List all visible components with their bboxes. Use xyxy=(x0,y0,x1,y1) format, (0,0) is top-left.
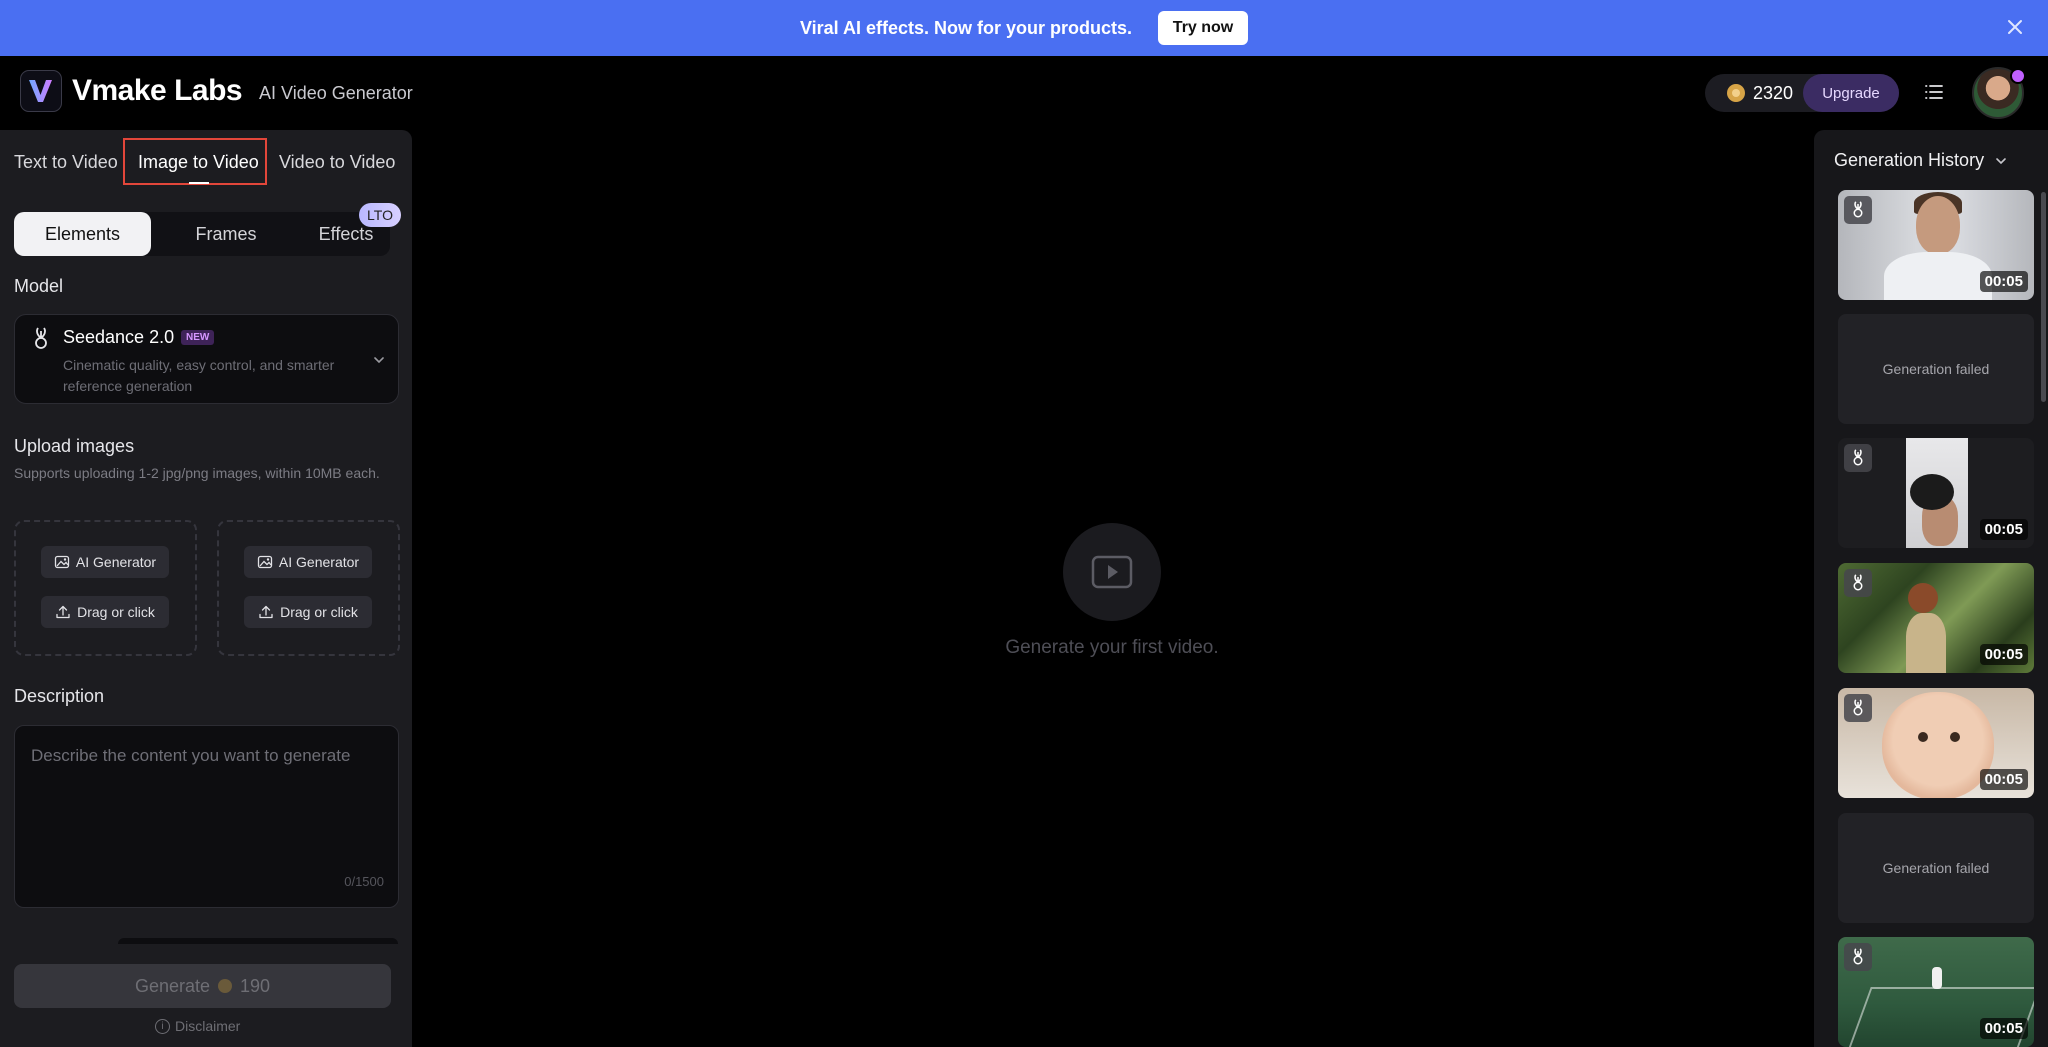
seedance-icon xyxy=(1844,569,1872,597)
history-item-failed[interactable]: Generation failed xyxy=(1838,813,2034,923)
thumb-eye xyxy=(1950,732,1960,742)
history-item[interactable]: 00:05 xyxy=(1838,937,2034,1047)
upload-icon xyxy=(56,605,70,619)
seedance-icon xyxy=(35,327,47,349)
upload-slot-1[interactable]: AI Generator Drag or click xyxy=(14,520,197,656)
failed-text: Generation failed xyxy=(1882,860,1990,876)
list-menu-icon[interactable] xyxy=(1924,82,1944,102)
drag-or-click-button[interactable]: Drag or click xyxy=(244,596,372,628)
thumb-face xyxy=(1916,196,1960,254)
model-description: Cinematic quality, easy control, and sma… xyxy=(63,357,335,394)
credits-pill[interactable]: 2320 Upgrade xyxy=(1705,74,1899,112)
try-now-button[interactable]: Try now xyxy=(1158,11,1249,45)
history-title: Generation History xyxy=(1834,150,1985,170)
history-header[interactable]: Generation History xyxy=(1834,150,2008,171)
ai-generator-label: AI Generator xyxy=(75,554,157,570)
duration-label: 00:05 xyxy=(1979,519,2028,540)
active-tab-highlight xyxy=(123,138,267,185)
model-label: Model xyxy=(14,276,64,296)
generate-label: Generate xyxy=(134,975,210,996)
history-item[interactable]: 00:05 xyxy=(1838,438,2034,548)
top-header: Vmake Labs AI Video Generator 2320 Upgra… xyxy=(0,56,2048,130)
duration-label: 00:05 xyxy=(1979,644,2028,665)
history-item-failed[interactable]: Generation failed xyxy=(1838,314,2034,424)
description-label: Description xyxy=(14,686,105,706)
upgrade-button[interactable]: Upgrade xyxy=(1803,74,1899,112)
failed-text: Generation failed xyxy=(1882,361,1990,377)
image-icon xyxy=(54,555,70,569)
play-icon xyxy=(1091,555,1133,589)
drag-or-click-label: Drag or click xyxy=(280,604,358,620)
history-item[interactable]: 00:05 xyxy=(1838,190,2034,300)
tab-text-to-video[interactable]: Text to Video xyxy=(14,152,118,173)
thumb-eye xyxy=(1918,732,1928,742)
history-item[interactable]: 00:05 xyxy=(1838,563,2034,673)
generate-cost: 190 xyxy=(240,975,271,996)
drag-or-click-label: Drag or click xyxy=(77,604,155,620)
description-input[interactable]: Describe the content you want to generat… xyxy=(14,725,399,908)
drag-or-click-button[interactable]: Drag or click xyxy=(41,596,169,628)
ai-generator-button[interactable]: AI Generator xyxy=(41,546,169,578)
history-scrollbar[interactable] xyxy=(2041,192,2046,402)
left-panel: Text to Video Image to Video Video to Vi… xyxy=(0,130,412,1047)
brand-name[interactable]: Vmake Labs xyxy=(72,74,243,108)
image-icon xyxy=(257,555,273,569)
empty-state-text: Generate your first video. xyxy=(1005,637,1219,658)
disclaimer-link[interactable]: i Disclaimer xyxy=(155,1018,240,1034)
model-selector[interactable]: Seedance 2.0 NEW Cinematic quality, easy… xyxy=(14,314,399,404)
history-item[interactable]: 00:05 xyxy=(1838,688,2034,798)
duration-label: 00:05 xyxy=(1979,769,2028,790)
generate-button[interactable]: Generate 190 xyxy=(14,964,391,1008)
seedance-icon xyxy=(1844,694,1872,722)
thumb-head xyxy=(1908,583,1938,613)
new-badge: NEW xyxy=(181,330,215,345)
thumb-face xyxy=(1882,692,1994,798)
product-subtitle: AI Video Generator xyxy=(259,83,413,103)
character-count: 0/1500 xyxy=(344,874,384,889)
video-placeholder xyxy=(1063,523,1161,621)
promo-banner: Viral AI effects. Now for your products.… xyxy=(0,0,2048,56)
upload-note: Supports uploading 1-2 jpg/png images, w… xyxy=(14,465,380,481)
history-panel: Generation History 00:05 Generation fail… xyxy=(1814,130,2048,1047)
seedance-icon xyxy=(1844,943,1872,971)
seedance-icon xyxy=(1844,196,1872,224)
description-placeholder: Describe the content you want to generat… xyxy=(31,746,351,765)
segment-control: Elements Frames Effects xyxy=(14,212,390,256)
duration-label: 00:05 xyxy=(1979,271,2028,292)
chevron-down-icon[interactable] xyxy=(372,353,386,367)
logo-icon[interactable] xyxy=(20,70,62,112)
active-tab-underline xyxy=(189,182,209,184)
seedance-icon xyxy=(1844,444,1872,472)
upload-label: Upload images xyxy=(14,436,135,456)
segment-frames[interactable]: Frames xyxy=(158,212,294,256)
credit-count: 2320 xyxy=(1753,82,1794,103)
banner-text: Viral AI effects. Now for your products. xyxy=(799,17,1133,38)
coin-icon xyxy=(218,979,232,993)
close-icon[interactable] xyxy=(2002,14,2028,40)
upload-slot-2[interactable]: AI Generator Drag or click xyxy=(217,520,400,656)
thumb-player xyxy=(1932,967,1942,989)
coin-icon xyxy=(1727,84,1745,102)
model-name: Seedance 2.0 xyxy=(63,327,175,347)
thumb-body xyxy=(1884,252,1992,300)
ai-generator-button[interactable]: AI Generator xyxy=(244,546,372,578)
thumb-camera xyxy=(1910,474,1954,510)
options-bar-edge xyxy=(118,938,398,944)
chevron-down-icon xyxy=(1996,157,2006,164)
duration-label: 00:05 xyxy=(1979,1018,2028,1039)
ai-generator-label: AI Generator xyxy=(278,554,360,570)
upload-icon xyxy=(259,605,273,619)
mode-tabs: Text to Video Image to Video Video to Vi… xyxy=(0,130,412,192)
lto-badge: LTO xyxy=(359,203,401,227)
avatar-badge-icon xyxy=(2010,68,2026,84)
segment-elements[interactable]: Elements xyxy=(14,212,151,256)
thumb-dress xyxy=(1906,613,1946,673)
tab-video-to-video[interactable]: Video to Video xyxy=(279,152,395,173)
info-icon: i xyxy=(155,1018,170,1034)
disclaimer-label: Disclaimer xyxy=(175,1018,241,1034)
